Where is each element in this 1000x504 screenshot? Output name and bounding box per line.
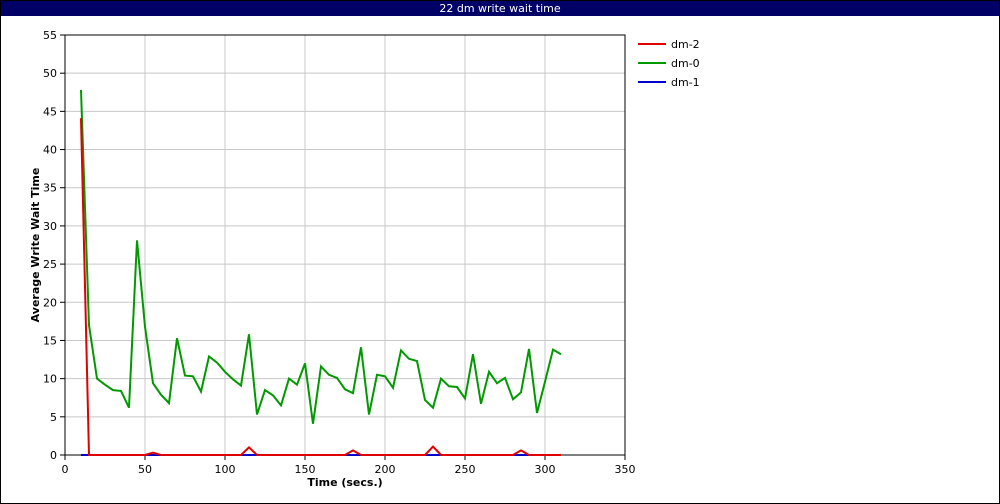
y-tick-label: 0 — [50, 449, 57, 462]
x-tick-label: 0 — [62, 463, 69, 476]
series-line-dm-2 — [80, 118, 561, 456]
series-lines — [80, 89, 562, 456]
plot-area — [64, 34, 626, 456]
x-tick-label: 350 — [615, 463, 636, 476]
line-chart: 0 5 10 15 20 25 30 35 40 45 50 55 0 50 100 150 200 250 300… — [29, 29, 700, 489]
x-tick-label: 200 — [375, 463, 396, 476]
y-tick-label: 15 — [43, 334, 57, 347]
series-line-dm-0 — [80, 89, 562, 424]
x-tick-label: 150 — [295, 463, 316, 476]
legend-label-dm-0: dm-0 — [671, 57, 700, 70]
x-tick-label: 300 — [535, 463, 556, 476]
x-tick-label: 100 — [215, 463, 236, 476]
y-tick-label: 5 — [50, 411, 57, 424]
y-tick-label: 30 — [43, 220, 57, 233]
y-tick-label: 40 — [43, 144, 57, 157]
x-axis-title: Time (secs.) — [307, 476, 382, 489]
y-axis-title: Average Write Wait Time — [29, 168, 42, 323]
legend-label-dm-2: dm-2 — [671, 38, 700, 51]
y-tick-label: 20 — [43, 296, 57, 309]
y-tick-label: 10 — [43, 373, 57, 386]
y-tick-label: 35 — [43, 182, 57, 195]
y-tick-label: 25 — [43, 258, 57, 271]
y-tick-label: 55 — [43, 29, 57, 42]
axis-ticks: 0 5 10 15 20 25 30 35 40 45 50 55 0 50 100 150 200 250 300… — [43, 29, 636, 476]
y-tick-label: 50 — [43, 67, 57, 80]
x-tick-label: 50 — [138, 463, 152, 476]
y-tick-label: 45 — [43, 105, 57, 118]
x-tick-label: 250 — [455, 463, 476, 476]
grid — [64, 34, 626, 456]
legend-label-dm-1: dm-1 — [671, 76, 700, 89]
legend: dm-2 dm-0 dm-1 — [638, 38, 700, 89]
